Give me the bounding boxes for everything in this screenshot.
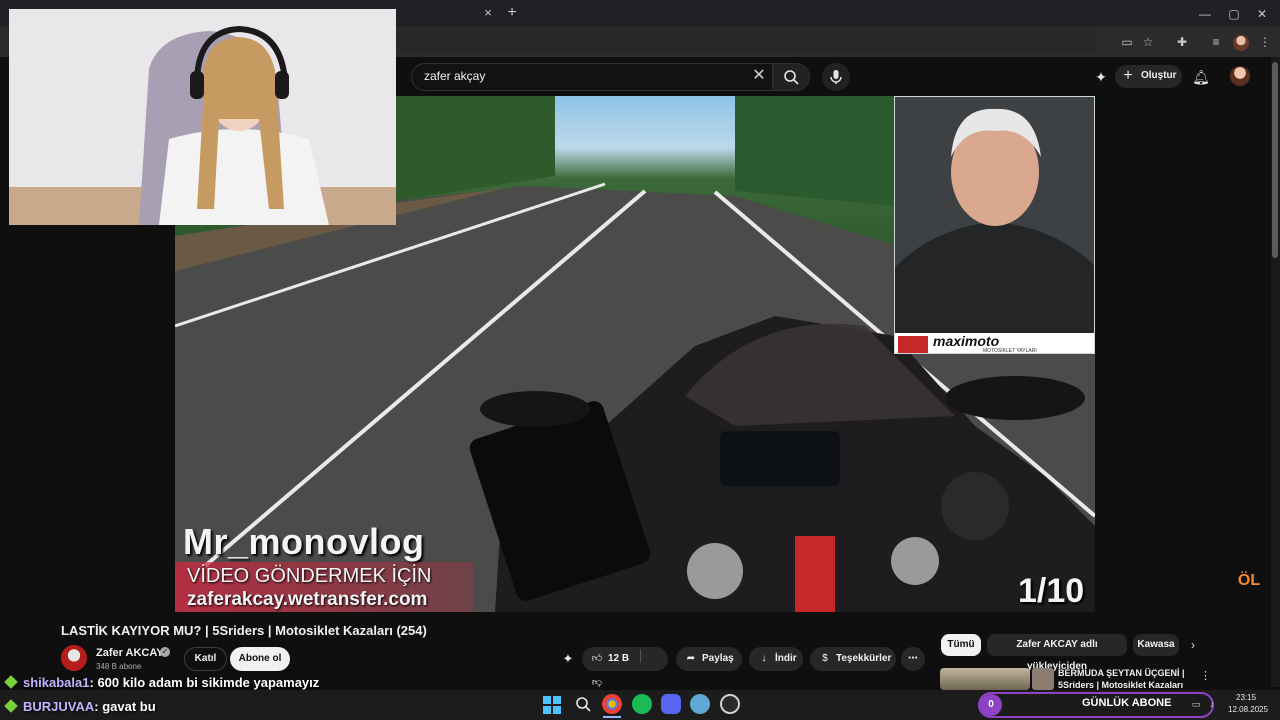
share-label: Paylaş (702, 653, 734, 664)
tray-volume-icon[interactable]: ♪ (1206, 698, 1218, 710)
new-tab-icon[interactable]: + (505, 5, 519, 21)
search-query[interactable]: zafer akçay (424, 69, 485, 83)
join-button[interactable]: Katıl (184, 647, 227, 671)
maximize-icon[interactable]: ▢ (1224, 6, 1244, 22)
video-title: LASTİK KAYIYOR MU? | 5Sriders | Motosikl… (61, 623, 427, 638)
chevron-right-icon[interactable]: › (1186, 638, 1200, 652)
inset-brand: maximoto (933, 333, 1000, 349)
overlay-banner-line1: VİDEO GÖNDERMEK İÇİN (187, 565, 432, 587)
notifications-bell-icon[interactable]: 🔔︎ (1191, 67, 1211, 87)
like-divider (639, 649, 641, 663)
verified-check-icon: ✓ (160, 647, 170, 657)
inset-brand-sub: MOTOSİKLET YAYLARI (983, 348, 1037, 354)
scrollbar-thumb[interactable] (1272, 62, 1278, 258)
channel-watermark-logo: ÖL (1237, 572, 1261, 589)
create-label: Oluştur (1141, 70, 1177, 81)
share-button[interactable]: ➦ Paylaş (676, 647, 742, 671)
overlay-banner-line2: zaferakcay.wetransfer.com (187, 589, 428, 610)
reading-list-icon[interactable]: ≡ (1207, 33, 1225, 51)
discord-app-icon[interactable] (661, 694, 681, 714)
channel-name[interactable]: Zafer AKCAY (96, 647, 164, 659)
thanks-icon: $ (822, 653, 828, 664)
thumbs-up-icon[interactable]: 👍︎ (590, 647, 604, 671)
chip-all[interactable]: Tümü (941, 634, 981, 656)
thanks-button[interactable]: $ Teşekkürler (810, 647, 896, 671)
download-icon: ↓ (761, 653, 767, 664)
subscribe-button[interactable]: Abone ol (230, 647, 290, 671)
chip-from-uploader[interactable]: Zafer AKCAY adlı yükleyiciden (987, 634, 1127, 672)
close-window-icon[interactable]: ✕ (1252, 6, 1272, 22)
extensions-icon[interactable]: ✚ (1173, 33, 1191, 51)
sparkle-icon[interactable]: ✦ (1091, 67, 1111, 87)
webcam-image (9, 9, 396, 225)
streamer-webcam (9, 9, 396, 225)
chat-username: shikabala1 (23, 675, 90, 690)
app-icon-blue[interactable] (690, 694, 710, 714)
share-icon: ➦ (686, 653, 696, 664)
windows-logo (543, 696, 561, 714)
recommended-video-thumbnail[interactable] (940, 668, 1030, 690)
download-button[interactable]: ↓ İndir (749, 647, 803, 671)
channel-avatar[interactable] (61, 645, 87, 671)
chat-message: BURJUVAA: gavat bu (0, 696, 156, 718)
search-button[interactable] (772, 63, 810, 91)
account-avatar[interactable] (1230, 66, 1250, 86)
recommended-menu-icon[interactable]: ⋮ (1200, 668, 1211, 684)
tab-close-icon[interactable]: × (481, 6, 495, 20)
chat-badge-icon (4, 699, 18, 713)
address-bar[interactable] (396, 31, 1096, 53)
spotify-app-icon[interactable] (632, 694, 652, 714)
clock-date[interactable]: 12.08.2025 (1228, 705, 1268, 714)
chat-username: BURJUVAA (23, 699, 95, 714)
recommended-video-title-line2[interactable]: 5Sriders | Motosiklet Kazaları (1058, 680, 1183, 690)
start-windows-icon[interactable] (543, 696, 561, 714)
voice-search-button[interactable] (822, 63, 850, 91)
daily-subscriber-count: 0 (980, 694, 1002, 716)
clear-search-icon[interactable]: ✕ (750, 66, 768, 86)
ask-sparkle-icon[interactable]: ✦ (560, 651, 576, 667)
recommended-inset-thumbnail[interactable] (1032, 668, 1054, 690)
overlay-channel-name: Mr_monovlog (183, 521, 425, 562)
presenter-image (895, 97, 1094, 353)
recommended-video-title-line1[interactable]: BERMUDA ŞEYTAN ÜÇGENİ | (1058, 668, 1185, 678)
tray-display-icon[interactable]: ▭ (1190, 698, 1202, 710)
clock-time[interactable]: 23:15 (1236, 693, 1256, 702)
search-glass (576, 697, 591, 712)
chrome-app-icon[interactable] (602, 694, 622, 714)
inset-presenter-video: maximoto MOTOSİKLET YAYLARI (894, 96, 1095, 354)
taskbar-search-icon[interactable] (574, 695, 592, 713)
chip-kawasaki[interactable]: Kawasa (1133, 634, 1179, 656)
chat-badge-icon (4, 675, 18, 689)
plus-icon: + (1123, 67, 1133, 84)
more-actions-button[interactable]: ⋯ (901, 647, 925, 671)
chat-text: : 600 kilo adam bi sikimde yapamayız (89, 675, 320, 690)
chat-text: : gavat bu (94, 699, 156, 714)
download-label: İndir (775, 653, 797, 664)
app-icon-obs[interactable] (720, 694, 740, 714)
overlay-clip-counter: 1/10 (1018, 572, 1085, 610)
minimize-icon[interactable]: — (1195, 6, 1215, 22)
browser-profile-avatar[interactable] (1233, 35, 1249, 51)
subscriber-count: 348 B abone (96, 662, 142, 671)
bookmark-star-icon[interactable]: ☆ (1139, 33, 1157, 51)
daily-subscriber-label: GÜNLÜK ABONE (1082, 697, 1172, 709)
thanks-label: Teşekkürler (836, 653, 892, 664)
microphone-icon (830, 70, 842, 84)
search-icon (784, 70, 799, 85)
active-app-indicator (603, 716, 621, 718)
browser-menu-icon[interactable]: ⋮ (1256, 33, 1274, 51)
cast-icon[interactable]: ▭ (1118, 33, 1136, 51)
like-dislike-group: 👍︎ 12 B 👎︎ (582, 647, 668, 688)
like-count[interactable]: 12 B (608, 653, 629, 664)
